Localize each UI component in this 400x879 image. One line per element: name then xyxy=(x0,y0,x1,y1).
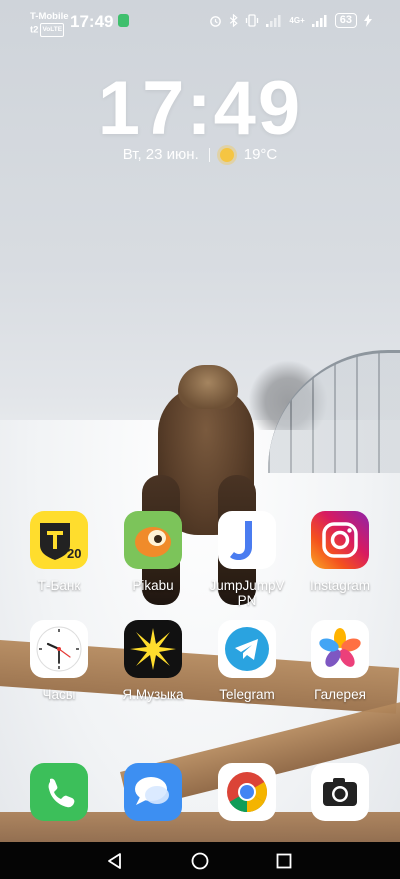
clock-icon xyxy=(30,620,88,678)
app-label: Т-Банк xyxy=(37,578,81,593)
carrier-info: T-Mobile t2 VoLTE xyxy=(30,11,69,37)
vibrate-icon xyxy=(246,14,259,27)
status-time: 17:49 xyxy=(70,12,114,31)
gallery-icon xyxy=(311,620,369,678)
app-jumpjumpvpn[interactable]: JumpJumpVPN xyxy=(200,511,294,608)
status-icons: 4G+ 63 xyxy=(209,13,372,28)
app-gallery[interactable]: Галерея xyxy=(293,620,387,702)
app-label: JumpJumpVPN xyxy=(209,578,285,608)
tbank-icon: 20 xyxy=(30,511,88,569)
signal-icon-sim1 xyxy=(266,14,281,27)
messages-icon xyxy=(124,763,182,821)
app-instagram[interactable]: Instagram xyxy=(293,511,387,593)
app-label: Telegram xyxy=(219,687,275,702)
bluetooth-icon xyxy=(230,14,239,27)
signal-icon-sim2 xyxy=(311,14,327,27)
app-yandex-music[interactable]: Я.Музыка xyxy=(106,620,200,702)
temperature-text: 19°C xyxy=(243,146,278,163)
app-label: Часы xyxy=(42,687,76,702)
carrier-secondary: t2 xyxy=(30,24,39,36)
carrier-name: T-Mobile xyxy=(30,11,69,22)
notification-icon xyxy=(118,14,129,27)
divider xyxy=(208,147,210,162)
app-chrome[interactable] xyxy=(200,763,294,821)
app-label: Я.Музыка xyxy=(122,687,184,702)
app-label: Pikabu xyxy=(132,578,174,593)
app-phone[interactable] xyxy=(12,763,106,821)
clock-widget-date[interactable]: Вт, 23 июн. 19°C xyxy=(0,146,400,163)
back-icon[interactable] xyxy=(104,850,126,872)
app-tbank[interactable]: 20 Т-Банк xyxy=(12,511,106,593)
battery-indicator: 63 xyxy=(334,13,357,28)
app-clock[interactable]: Часы xyxy=(12,620,106,702)
date-text: Вт, 23 июн. xyxy=(122,146,199,163)
app-pikabu[interactable]: Pikabu xyxy=(106,511,200,593)
status-bar: T-Mobile t2 VoLTE 17:49 4G+ 63 xyxy=(0,0,400,44)
charging-icon xyxy=(364,14,372,27)
recents-icon[interactable] xyxy=(273,850,295,872)
tbank-logo-text: 20 xyxy=(67,546,81,561)
app-label: Галерея xyxy=(314,687,366,702)
volte-badge: VoLTE xyxy=(40,23,65,37)
jumpjumpvpn-icon xyxy=(218,511,276,569)
network-type: 4G+ xyxy=(289,16,305,25)
alarm-icon xyxy=(210,16,222,27)
pikabu-icon xyxy=(124,511,182,569)
navigation-bar xyxy=(0,842,400,879)
phone-icon xyxy=(30,763,88,821)
app-label: Instagram xyxy=(309,578,371,593)
telegram-icon xyxy=(218,620,276,678)
yandex-music-icon xyxy=(124,620,182,678)
clock-widget-time[interactable]: 17:49 xyxy=(0,65,400,152)
sun-weather-icon xyxy=(219,147,234,162)
chrome-icon xyxy=(218,763,276,821)
instagram-icon xyxy=(311,511,369,569)
app-messages[interactable] xyxy=(106,763,200,821)
app-telegram[interactable]: Telegram xyxy=(200,620,294,702)
home-icon[interactable] xyxy=(189,850,211,872)
app-camera[interactable] xyxy=(293,763,387,821)
camera-icon xyxy=(311,763,369,821)
